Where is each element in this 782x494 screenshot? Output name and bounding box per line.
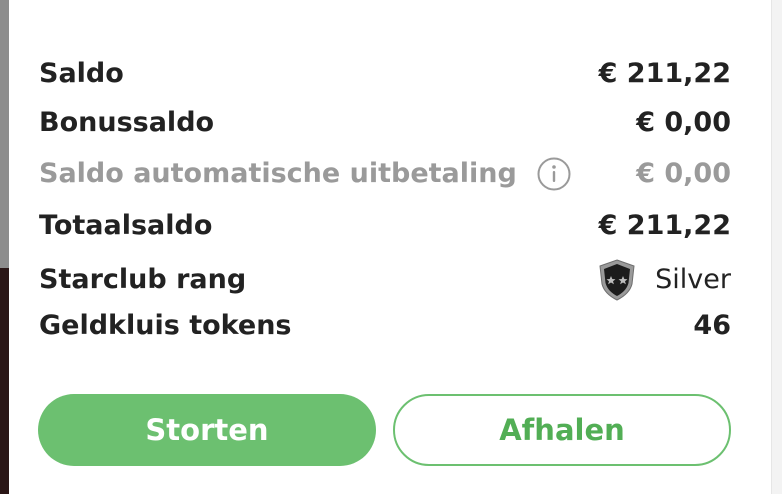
balance-row-saldo: Saldo € 211,22 bbox=[39, 57, 731, 91]
background-edge-left bbox=[0, 0, 9, 494]
starclub-rank-name: Silver bbox=[655, 264, 731, 295]
deposit-button-label: Storten bbox=[145, 413, 269, 447]
withdraw-button[interactable]: Afhalen bbox=[393, 394, 731, 466]
starclub-rank: Silver bbox=[597, 258, 731, 302]
withdraw-button-label: Afhalen bbox=[499, 413, 625, 447]
bonussaldo-label: Bonussaldo bbox=[39, 107, 215, 138]
auto-payout-label-group: Saldo automatische uitbetaling bbox=[39, 157, 571, 191]
deposit-button[interactable]: Storten bbox=[38, 394, 376, 466]
balance-row-auto-payout: Saldo automatische uitbetaling € 0,00 bbox=[39, 157, 731, 191]
balance-panel: Saldo € 211,22 Bonussaldo € 0,00 Saldo a… bbox=[9, 0, 771, 494]
geldkluis-value: 46 bbox=[693, 310, 731, 341]
saldo-label: Saldo bbox=[39, 58, 124, 89]
scrollbar-track[interactable] bbox=[771, 0, 782, 494]
silver-star-badge-icon bbox=[597, 258, 637, 302]
totaalsaldo-value: € 211,22 bbox=[598, 210, 731, 241]
starclub-label: Starclub rang bbox=[39, 264, 247, 295]
balance-row-geldkluis: Geldkluis tokens 46 bbox=[39, 309, 731, 343]
saldo-value: € 211,22 bbox=[598, 58, 731, 89]
auto-payout-label: Saldo automatische uitbetaling bbox=[39, 158, 517, 189]
totaalsaldo-label: Totaalsaldo bbox=[39, 210, 213, 241]
balance-row-starclub: Starclub rang Silver bbox=[39, 258, 731, 302]
info-icon[interactable] bbox=[537, 157, 571, 191]
auto-payout-value: € 0,00 bbox=[636, 158, 731, 189]
balance-row-bonussaldo: Bonussaldo € 0,00 bbox=[39, 106, 731, 140]
bonussaldo-value: € 0,00 bbox=[636, 107, 731, 138]
geldkluis-label: Geldkluis tokens bbox=[39, 310, 292, 341]
balance-row-totaalsaldo: Totaalsaldo € 211,22 bbox=[39, 209, 731, 243]
